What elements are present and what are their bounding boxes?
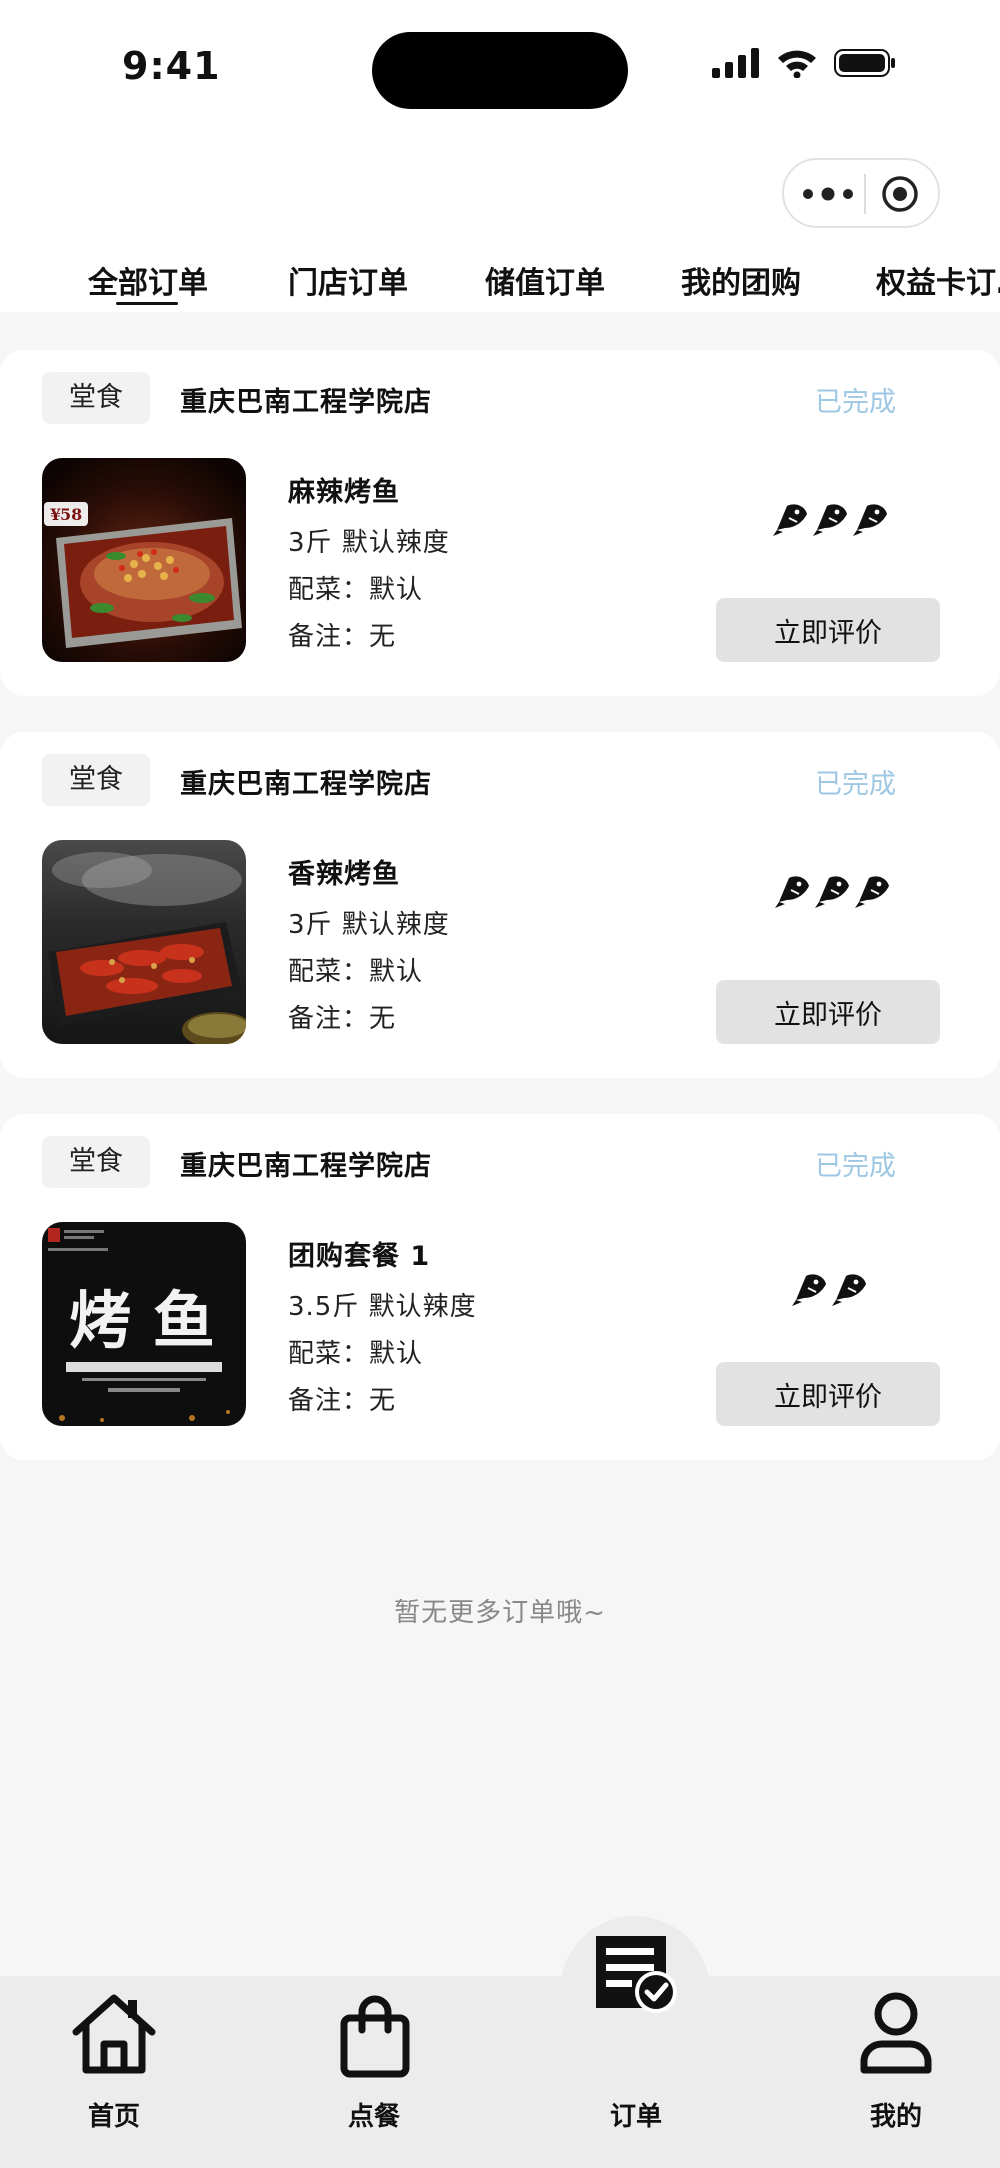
dish-sides: 配菜：默认 bbox=[288, 575, 424, 605]
order-card[interactable]: 堂食 重庆巴南工程学院店 已完成 ¥ 58 麻辣烤鱼 3斤 默认辣度 配菜：默认… bbox=[0, 350, 1000, 696]
thumb-price: 58 bbox=[60, 505, 82, 524]
order-card[interactable]: 堂食 重庆巴南工程学院店 已完成 烤 鱼 团购套餐 1 3.5斤 默认辣度 配菜… bbox=[0, 1114, 1000, 1460]
store-name: 重庆巴南工程学院店 bbox=[180, 1151, 432, 1182]
dish-name: 香辣烤鱼 bbox=[288, 859, 400, 890]
nav-order-food[interactable] bbox=[338, 1994, 412, 2082]
tab-all-orders[interactable]: 全部订单 bbox=[88, 258, 208, 302]
spice-level bbox=[773, 500, 889, 540]
close-target-icon[interactable] bbox=[878, 172, 922, 216]
fish-icon bbox=[855, 876, 889, 908]
dish-image bbox=[42, 840, 246, 1044]
dish-note: 备注：无 bbox=[288, 1386, 397, 1416]
fish-icon bbox=[775, 876, 809, 908]
store-name: 重庆巴南工程学院店 bbox=[180, 769, 432, 800]
dish-spec: 3斤 默认辣度 bbox=[288, 528, 450, 558]
fish-icon bbox=[832, 1274, 866, 1306]
tab-benefit-card-orders[interactable]: 权益卡订… bbox=[876, 258, 1000, 302]
user-icon bbox=[860, 1992, 932, 2074]
fish-icon bbox=[813, 504, 847, 536]
order-type-badge: 堂食 bbox=[42, 754, 150, 806]
dish-note: 备注：无 bbox=[288, 1004, 397, 1034]
order-receipt-icon bbox=[596, 1936, 677, 2013]
dish-name: 团购套餐 1 bbox=[288, 1241, 431, 1272]
order-type-badge: 堂食 bbox=[42, 372, 150, 424]
signal-icon bbox=[712, 48, 759, 78]
home-icon bbox=[72, 1994, 156, 2074]
capsule-divider bbox=[864, 174, 866, 214]
tab-store-orders[interactable]: 门店订单 bbox=[288, 258, 408, 302]
dish-poster-image: 烤 鱼 bbox=[42, 1222, 246, 1426]
order-status: 已完成 bbox=[815, 769, 896, 800]
status-icons bbox=[712, 48, 896, 78]
dish-spec: 3.5斤 默认辣度 bbox=[288, 1292, 477, 1322]
no-more-orders-text: 暂无更多订单哦~ bbox=[394, 1598, 606, 1628]
dynamic-island bbox=[372, 32, 628, 109]
dish-spec: 3斤 默认辣度 bbox=[288, 910, 450, 940]
tab-group-buy[interactable]: 我的团购 bbox=[681, 258, 801, 302]
nav-orders-label: 订单 bbox=[610, 2102, 663, 2132]
order-status: 已完成 bbox=[815, 387, 896, 418]
nav-orders[interactable] bbox=[594, 1932, 680, 2020]
status-bar: 9:41 bbox=[0, 0, 1000, 130]
dish-sides: 配菜：默认 bbox=[288, 957, 424, 987]
dish-name: 麻辣烤鱼 bbox=[288, 477, 400, 508]
fish-icon bbox=[773, 504, 807, 536]
dish-note: 备注：无 bbox=[288, 622, 397, 652]
fish-icon bbox=[792, 1274, 826, 1306]
shopping-bag-icon bbox=[340, 1995, 410, 2078]
dish-image: ¥ 58 bbox=[42, 458, 246, 662]
review-button[interactable]: 立即评价 bbox=[716, 980, 940, 1044]
nav-home-label: 首页 bbox=[88, 2102, 141, 2132]
spice-level bbox=[792, 1270, 868, 1310]
tab-stored-value-orders[interactable]: 储值订单 bbox=[485, 258, 605, 302]
active-tab-indicator bbox=[116, 302, 178, 305]
review-button[interactable]: 立即评价 bbox=[716, 598, 940, 662]
poster-title: 烤 鱼 bbox=[69, 1284, 215, 1357]
order-type-badge: 堂食 bbox=[42, 1136, 150, 1188]
nav-home[interactable] bbox=[68, 1990, 160, 2080]
more-icon[interactable] bbox=[798, 180, 858, 208]
battery-icon bbox=[834, 49, 895, 77]
store-name: 重庆巴南工程学院店 bbox=[180, 387, 432, 418]
wifi-icon bbox=[778, 50, 816, 78]
spice-level bbox=[775, 872, 891, 912]
order-tabs: 全部订单 门店订单 储值订单 我的团购 权益卡订… bbox=[0, 250, 1000, 312]
nav-order-food-label: 点餐 bbox=[348, 2102, 401, 2132]
status-time: 9:41 bbox=[122, 44, 221, 88]
dish-sides: 配菜：默认 bbox=[288, 1339, 424, 1369]
miniprogram-capsule bbox=[782, 158, 940, 228]
order-card[interactable]: 堂食 重庆巴南工程学院店 已完成 香辣烤鱼 3斤 默认辣度 配菜：默认 备注：无… bbox=[0, 732, 1000, 1078]
nav-profile-label: 我的 bbox=[870, 2102, 923, 2132]
review-button[interactable]: 立即评价 bbox=[716, 1362, 940, 1426]
fish-icon bbox=[815, 876, 849, 908]
fish-icon bbox=[853, 504, 887, 536]
order-status: 已完成 bbox=[815, 1151, 896, 1182]
nav-profile[interactable] bbox=[858, 1990, 934, 2080]
